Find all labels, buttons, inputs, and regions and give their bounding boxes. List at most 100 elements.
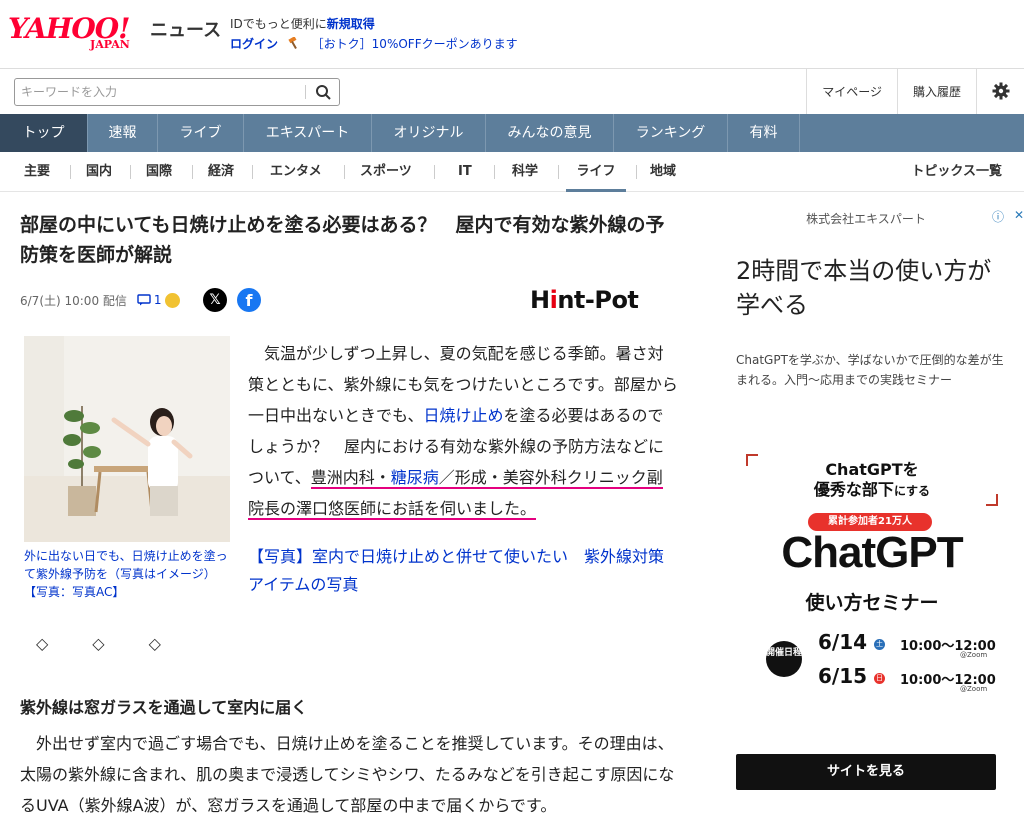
sidebar-ad[interactable]: 株式会社エキスパート ⓘ ✕ 2時間で本当の使い方が学べる ChatGPTを学ぶ… [710, 206, 1024, 819]
nav-breaking[interactable]: 速報 [88, 114, 158, 152]
subnav-sports[interactable]: スポーツ [360, 152, 412, 192]
subnav-life[interactable]: ライフ [566, 152, 626, 192]
ad-banner[interactable]: ChatGPTを 優秀な部下にする 累計参加者21万人 ChatGPT 使い方セ… [736, 446, 1008, 716]
subnav-domestic[interactable]: 国内 [86, 152, 112, 192]
banner-line-2-suffix: にする [893, 484, 931, 498]
subnav-economy[interactable]: 経済 [208, 152, 234, 192]
subnav-separator [130, 165, 131, 179]
share-x-button[interactable]: 𝕏 [203, 288, 227, 312]
source-logo[interactable]: Hint-Pot [530, 286, 639, 314]
comment-link[interactable]: 1 [137, 293, 162, 307]
reaction-icon[interactable] [164, 292, 180, 308]
account-links: マイページ 購入履歴 [806, 69, 1024, 115]
article-lead: 気温が少しずつ上昇し、夏の気配を感じる季節。暑さ対策とともに、紫外線にも気をつけ… [248, 338, 678, 524]
seminar-date-1: 6/14 [818, 630, 868, 654]
yahoo-japan-logo[interactable]: YAHOO! JAPAN [8, 12, 146, 54]
mypage-link[interactable]: マイページ [806, 69, 897, 115]
sunscreen-link[interactable]: 日焼け止め [424, 406, 504, 425]
banner-line-1: ChatGPTを [825, 460, 919, 479]
search-row: マイページ 購入履歴 [0, 68, 1024, 115]
search-icon [316, 85, 331, 100]
topics-list-link[interactable]: トピックス一覧 [911, 152, 1002, 192]
auction-hammer-icon [288, 37, 297, 49]
search-button[interactable] [313, 82, 335, 102]
subnav-international[interactable]: 国際 [146, 152, 172, 192]
banner-line-2: 優秀な部下 [813, 480, 894, 499]
article: 部屋の中にいても日焼け止めを塗る必要はある？ 屋内で有効な紫外線の予防策を医師が… [0, 192, 700, 819]
sub-nav: 主要 国内 国際 経済 エンタメ スポーツ IT 科学 ライフ 地域 トピックス… [0, 152, 1024, 192]
nav-original[interactable]: オリジナル [372, 114, 486, 152]
ad-description[interactable]: ChatGPTを学ぶか、学ばないかで圧倒的な差が生まれる。入門〜応用までの実践セ… [736, 350, 1006, 390]
subnav-separator [494, 165, 495, 179]
coupon-link[interactable]: ［おトク］10%OFFクーポンあります [312, 37, 518, 51]
search-box [14, 78, 340, 106]
diabetes-link[interactable]: 糖尿病 [391, 468, 439, 487]
search-input[interactable] [21, 83, 301, 101]
source-logo-h: H [530, 286, 550, 314]
gear-icon [992, 82, 1010, 100]
subnav-separator [70, 165, 71, 179]
article-meta: 6/7(土) 10:00 配信 1 [20, 290, 180, 310]
subnav-entertainment[interactable]: エンタメ [270, 152, 322, 192]
comment-count: 1 [153, 293, 162, 307]
nav-paid[interactable]: 有料 [728, 114, 800, 152]
purchase-history-link[interactable]: 購入履歴 [896, 69, 976, 115]
nav-ranking[interactable]: ランキング [614, 114, 728, 152]
clinic-reference: 豊洲内科・糖尿病／形成・美容外科クリニック副院長の澤口悠医師にお話を伺いました。 [248, 468, 663, 520]
subnav-separator [192, 165, 193, 179]
share-facebook-button[interactable]: f [237, 288, 261, 312]
subnav-separator [558, 165, 559, 179]
schedule-badge: 開催日程 [766, 641, 802, 677]
nav-top[interactable]: トップ [0, 114, 88, 152]
subnav-main[interactable]: 主要 [24, 152, 50, 192]
section-title[interactable]: ニュース [150, 16, 221, 42]
subnav-region[interactable]: 地域 [650, 152, 676, 192]
ad-cta-button[interactable]: サイトを見る [736, 754, 996, 790]
seminar-date-2: 6/15 [818, 664, 868, 688]
subnav-separator [636, 165, 637, 179]
logo-sub: JAPAN [90, 38, 130, 51]
comment-icon [137, 294, 151, 306]
seminar-via-2: @Zoom [960, 685, 988, 693]
source-logo-rest: nt-Pot [557, 286, 639, 314]
nav-live[interactable]: ライブ [158, 114, 244, 152]
settings-button[interactable] [976, 69, 1024, 115]
promo-text: IDでもっと便利に [230, 17, 327, 31]
article-photo[interactable] [24, 336, 230, 542]
publish-suffix: 配信 [102, 293, 127, 308]
banner-tagline: ChatGPTを 優秀な部下にする [736, 460, 1008, 501]
woman-stretching-image [24, 336, 230, 542]
banner-product-name: ChatGPT [781, 528, 963, 577]
section-heading: 紫外線は窓ガラスを通過して室内に届く [20, 698, 308, 717]
seminar-dow-2: 日 [874, 673, 885, 684]
publish-date: 6/7(土) 10:00 [20, 293, 100, 308]
subnav-separator [252, 165, 253, 179]
search-divider [305, 85, 306, 99]
banner-seminar-title: 使い方セミナー [805, 592, 939, 614]
clinic-name: 豊洲内科・ [310, 468, 391, 487]
site-header: YAHOO! JAPAN ニュース IDでもっと便利に新規取得 ログイン ［おト… [0, 0, 1024, 68]
ad-sponsor: 株式会社エキスパート [806, 212, 926, 226]
seminar-dow-1: 土 [874, 639, 885, 650]
subnav-science[interactable]: 科学 [512, 152, 538, 192]
section-divider: ◇ ◇ ◇ [36, 634, 175, 653]
photo-caption[interactable]: 外に出ない日でも、日焼け止めを塗って紫外線予防を（写真はイメージ）【写真：写真A… [24, 547, 230, 601]
ad-close-icon[interactable]: ✕ [1014, 208, 1024, 222]
ad-info-icon[interactable]: ⓘ [992, 208, 1004, 225]
article-title: 部屋の中にいても日焼け止めを塗る必要はある？ 屋内で有効な紫外線の予防策を医師が… [20, 214, 665, 266]
nav-expert[interactable]: エキスパート [244, 114, 372, 152]
seminar-via-1: @Zoom [960, 651, 988, 659]
main-nav: トップ 速報 ライブ エキスパート オリジナル みんなの意見 ランキング 有料 [0, 114, 1024, 152]
promo-block: IDでもっと便利に新規取得 ログイン ［おトク］10%OFFクーポンあります [230, 14, 518, 54]
ad-headline[interactable]: 2時間で本当の使い方が学べる [736, 254, 1006, 322]
login-link[interactable]: ログイン [230, 37, 278, 51]
facebook-logo-icon: f [245, 290, 253, 310]
subnav-it[interactable]: IT [458, 152, 472, 192]
x-logo-icon: 𝕏 [209, 292, 221, 308]
subnav-separator [434, 165, 435, 179]
photo-gallery-link[interactable]: 【写真】室内で日焼け止めと併せて使いたい 紫外線対策アイテムの写真 [248, 543, 680, 599]
nav-opinions[interactable]: みんなの意見 [486, 114, 614, 152]
article-paragraph: 外出せず室内で過ごす場合でも、日焼け止めを塗ることを推奨しています。その理由は、… [20, 734, 675, 815]
subnav-separator [344, 165, 345, 179]
signup-link[interactable]: 新規取得 [327, 17, 375, 31]
